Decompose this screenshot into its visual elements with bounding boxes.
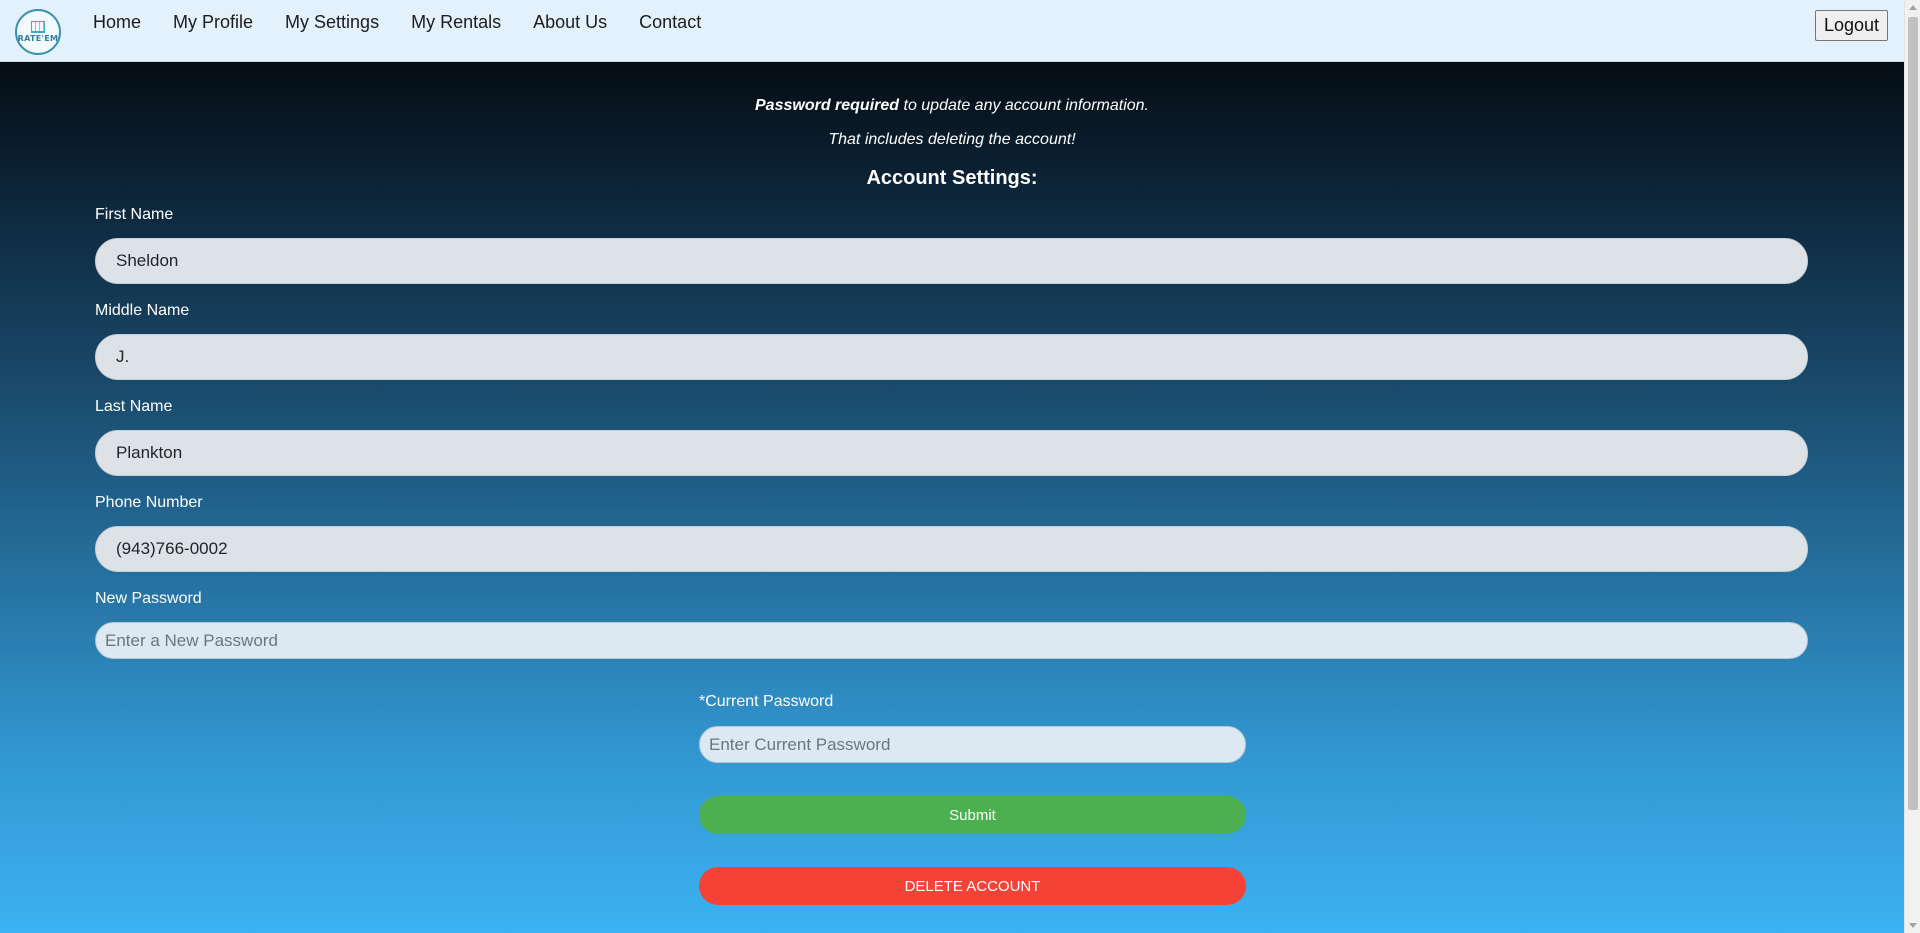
password-required-text: Password required xyxy=(755,97,900,114)
nav-link-my-settings[interactable]: My Settings xyxy=(285,11,379,33)
middle-name-label: Middle Name xyxy=(95,302,190,319)
delete-account-button[interactable]: DELETE ACCOUNT xyxy=(699,867,1246,905)
current-password-field[interactable] xyxy=(699,726,1246,763)
new-password-label: New Password xyxy=(95,590,202,607)
nav-link-home[interactable]: Home xyxy=(93,11,141,33)
last-name-label: Last Name xyxy=(95,398,173,415)
password-notice-rest: to update any account information. xyxy=(899,97,1149,114)
submit-button[interactable]: Submit xyxy=(699,796,1246,834)
delete-notice: That includes deleting the account! xyxy=(828,131,1076,148)
nav-links: Home My Profile My Settings My Rentals A… xyxy=(93,11,733,33)
scroll-up-icon[interactable] xyxy=(1909,5,1917,10)
nav-link-contact[interactable]: Contact xyxy=(639,11,701,33)
phone-number-field[interactable] xyxy=(95,526,1808,572)
scroll-thumb[interactable] xyxy=(1908,17,1918,810)
nav-link-my-profile[interactable]: My Profile xyxy=(173,11,253,33)
settings-page: Password required to update any account … xyxy=(0,62,1904,933)
first-name-label: First Name xyxy=(95,206,174,223)
new-password-field[interactable] xyxy=(95,622,1808,659)
first-name-field[interactable] xyxy=(95,238,1808,284)
password-notice: Password required to update any account … xyxy=(0,97,1904,115)
nav-link-my-rentals[interactable]: My Rentals xyxy=(411,11,501,33)
current-password-label: *Current Password xyxy=(699,693,834,710)
page-title: Account Settings: xyxy=(866,167,1038,189)
logo[interactable]: RATE'EM xyxy=(15,9,61,55)
building-icon xyxy=(31,21,45,33)
phone-number-label: Phone Number xyxy=(95,494,203,511)
logo-text: RATE'EM xyxy=(17,34,59,43)
last-name-field[interactable] xyxy=(95,430,1808,476)
scrollbar[interactable] xyxy=(1904,0,1920,933)
navbar: RATE'EM Home My Profile My Settings My R… xyxy=(0,0,1904,62)
middle-name-field[interactable] xyxy=(95,334,1808,380)
logout-button[interactable]: Logout xyxy=(1815,10,1888,41)
scroll-down-icon[interactable] xyxy=(1909,923,1917,928)
nav-link-about-us[interactable]: About Us xyxy=(533,11,607,33)
